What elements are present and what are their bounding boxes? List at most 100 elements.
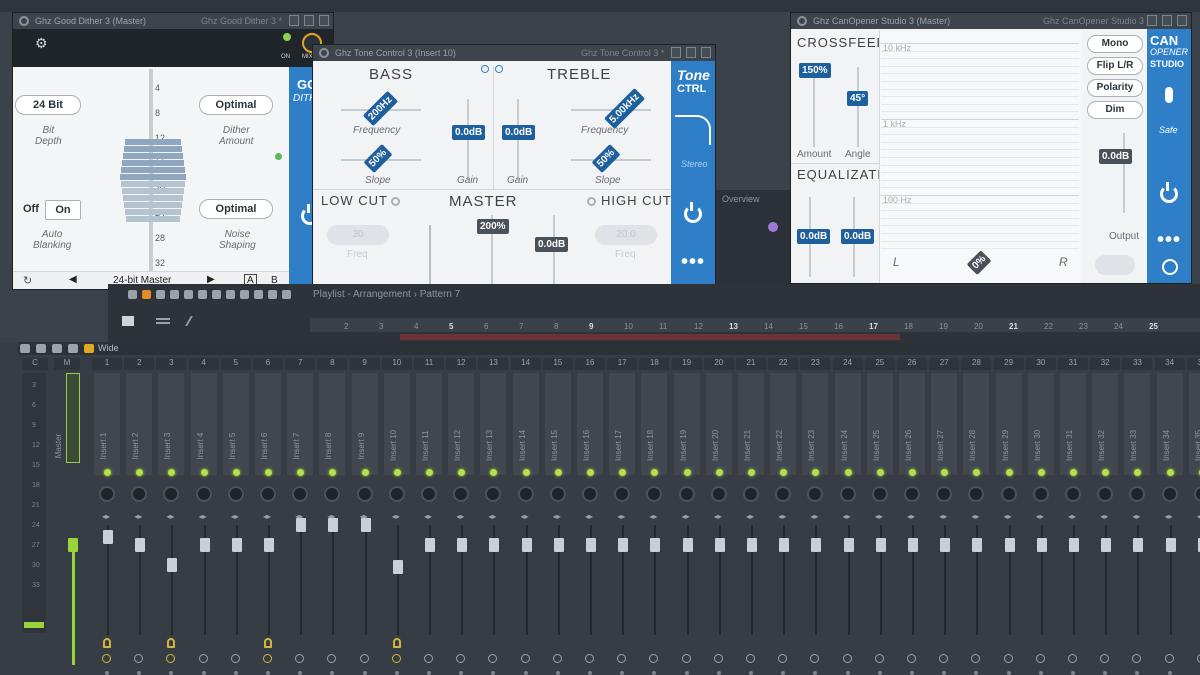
strip-number[interactable]: 33	[1122, 358, 1153, 370]
co-button-mono[interactable]: Mono	[1087, 35, 1143, 53]
stereo-sep-icon[interactable]: ◂▸	[424, 512, 432, 521]
playlist-clip[interactable]	[400, 334, 900, 340]
treble-slope-value[interactable]: 50%	[591, 143, 621, 174]
stereo-sep-icon[interactable]: ◂▸	[1036, 512, 1044, 521]
stereo-sep-icon[interactable]: ◂▸	[521, 512, 529, 521]
auto-blanking-on[interactable]: On	[45, 200, 81, 220]
strip-number[interactable]: 22	[768, 358, 799, 370]
dither-title-bar[interactable]: Ghz Good Dither 3 (Master) Ghz Good Dith…	[13, 13, 333, 29]
volume-fader[interactable]	[972, 538, 983, 552]
strip-number[interactable]: 17	[607, 358, 638, 370]
stereo-sep-icon[interactable]: ◂▸	[682, 512, 690, 521]
volume-fader[interactable]	[425, 538, 435, 552]
canopener-title-bar[interactable]: Ghz CanOpener Studio 3 (Master) Ghz CanO…	[791, 13, 1191, 29]
strip-number[interactable]: 11	[414, 358, 444, 370]
playlist-tool-icon[interactable]	[142, 290, 151, 299]
strip-number[interactable]: 26	[897, 358, 927, 370]
low-cut-toggle[interactable]	[391, 197, 400, 206]
volume-fader[interactable]	[328, 518, 339, 532]
volume-fader[interactable]	[779, 538, 790, 552]
strip-number[interactable]: 12	[446, 358, 477, 370]
stereo-sep-icon[interactable]: ◂▸	[1004, 512, 1012, 521]
volume-fader[interactable]	[811, 538, 822, 552]
strip-number[interactable]: 18	[639, 358, 670, 370]
strip-active-led[interactable]	[104, 469, 111, 476]
noise-shaping-select[interactable]: Optimal	[199, 199, 273, 219]
auto-blanking-off[interactable]: Off	[23, 203, 39, 215]
strip-number[interactable]: 16	[575, 358, 605, 370]
route-icon[interactable]	[1164, 654, 1174, 663]
stereo-sep-icon[interactable]: ◂▸	[553, 512, 561, 521]
pan-knob[interactable]	[227, 486, 244, 502]
high-cut-value[interactable]: 20.0	[595, 225, 657, 245]
gear-icon[interactable]	[19, 16, 29, 26]
strip-number[interactable]: 30	[1025, 358, 1056, 370]
stereo-sep-icon[interactable]: ◂▸	[456, 512, 464, 521]
route-icon[interactable]	[713, 654, 723, 663]
volume-fader[interactable]	[167, 558, 178, 572]
master-fader[interactable]	[68, 538, 78, 552]
volume-fader[interactable]	[264, 538, 274, 552]
route-icon[interactable]	[520, 654, 530, 663]
amount-slider[interactable]	[813, 67, 815, 147]
playlist-tool-icon[interactable]	[128, 290, 137, 299]
playlist-tool-icon[interactable]	[268, 290, 277, 299]
route-icon[interactable]	[102, 654, 111, 663]
stereo-sep-icon[interactable]: ◂▸	[907, 512, 915, 521]
send-icon[interactable]	[392, 638, 401, 648]
strip-active-led[interactable]	[361, 469, 369, 476]
stereo-sep-icon[interactable]: ◂▸	[1132, 512, 1140, 521]
volume-fader[interactable]	[650, 538, 661, 552]
timeline-ruler[interactable]	[310, 318, 1200, 332]
volume-fader[interactable]	[682, 538, 693, 552]
strip-active-led[interactable]	[426, 469, 433, 476]
more-icon[interactable]: •••	[681, 251, 705, 274]
strip-active-led[interactable]	[748, 469, 755, 476]
mixer-tool-icon[interactable]	[52, 344, 62, 353]
wave-icon[interactable]	[156, 318, 170, 324]
angle-slider[interactable]	[857, 67, 859, 147]
strip-number[interactable]: 1	[92, 358, 122, 370]
stereo-sep-icon[interactable]: ◂▸	[617, 512, 625, 521]
on-led[interactable]	[283, 33, 291, 41]
clock-icon[interactable]	[1162, 259, 1178, 275]
route-icon[interactable]	[198, 654, 208, 663]
master-gain-slider[interactable]	[553, 215, 555, 289]
strip-number[interactable]: 5	[220, 358, 251, 370]
stereo-sep-icon[interactable]: ◂▸	[231, 512, 239, 521]
strip-number[interactable]: 28	[961, 358, 992, 370]
tone-title-bar[interactable]: Ghz Tone Control 3 (Insert 10) Ghz Tone …	[313, 45, 715, 61]
strip-active-led[interactable]	[715, 469, 723, 476]
angle-value[interactable]: 45°	[847, 91, 869, 106]
output-slider[interactable]	[1123, 133, 1125, 213]
strip-active-led[interactable]	[876, 469, 884, 476]
stereo-sep-icon[interactable]: ◂▸	[971, 512, 979, 521]
volume-fader[interactable]	[1133, 538, 1144, 552]
eq2-value[interactable]: 0.0dB	[841, 229, 875, 244]
playlist-tool-icon[interactable]	[282, 290, 291, 299]
strip-number[interactable]: 14	[510, 358, 541, 370]
volume-fader[interactable]	[1036, 538, 1047, 552]
route-icon[interactable]	[552, 654, 562, 663]
gear-icon[interactable]	[319, 48, 329, 58]
volume-fader[interactable]	[489, 538, 500, 552]
send-icon[interactable]	[264, 638, 272, 648]
treble-gain-value[interactable]: 0.0dB	[502, 125, 536, 140]
menu-icon[interactable]	[671, 47, 681, 58]
stereo-sep-icon[interactable]: ◂▸	[810, 512, 818, 521]
strip-number[interactable]: 32	[1090, 358, 1121, 370]
pan-knob[interactable]	[99, 486, 115, 502]
playlist-tool-icon[interactable]	[212, 290, 221, 299]
stereo-sep-icon[interactable]: ◂▸	[939, 512, 947, 521]
playlist-tool-icon[interactable]	[184, 290, 193, 299]
stereo-sep-icon[interactable]: ◂▸	[199, 512, 207, 521]
pan-knob[interactable]	[517, 486, 534, 502]
strip-number[interactable]: 2	[124, 358, 155, 370]
pan-knob[interactable]	[356, 486, 373, 502]
pan-knob[interactable]	[871, 486, 888, 502]
master-width-value[interactable]: 200%	[477, 219, 509, 234]
stereo-sep-icon[interactable]: ◂▸	[134, 512, 142, 521]
stereo-sep-icon[interactable]: ◂▸	[166, 512, 174, 521]
co-button-polarity[interactable]: Polarity	[1087, 79, 1143, 97]
strip-number[interactable]: 27	[929, 358, 960, 370]
